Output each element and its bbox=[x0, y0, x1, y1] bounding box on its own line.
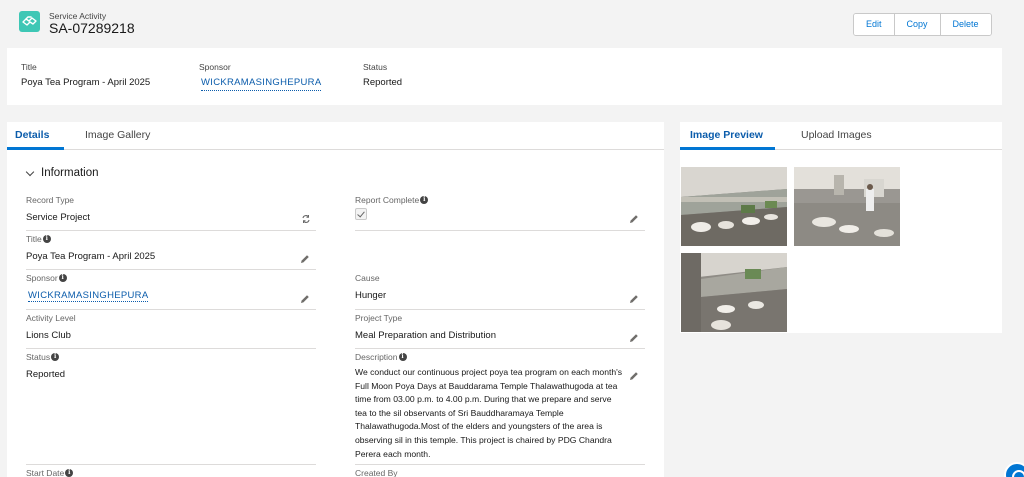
description-value: We conduct our continuous project poya t… bbox=[355, 367, 623, 459]
info-icon[interactable]: i bbox=[65, 469, 74, 477]
pencil-icon[interactable] bbox=[300, 254, 310, 264]
tab-image-preview[interactable]: Image Preview bbox=[690, 129, 763, 141]
highlight-title-label: Title bbox=[21, 62, 37, 72]
field-label: Start Date bbox=[26, 468, 65, 477]
pencil-icon[interactable] bbox=[629, 333, 639, 343]
field-label: Description bbox=[355, 352, 398, 362]
highlight-sponsor-link[interactable]: WICKRAMASINGHEPURA bbox=[201, 77, 322, 91]
highlight-title: Title Poya Tea Program - April 2025 bbox=[21, 62, 150, 88]
image-thumbnail[interactable] bbox=[681, 253, 787, 332]
delete-button[interactable]: Delete bbox=[940, 14, 991, 35]
highlight-status-value: Reported bbox=[363, 77, 403, 88]
change-record-type-icon[interactable] bbox=[301, 214, 311, 224]
highlight-title-value: Poya Tea Program - April 2025 bbox=[21, 77, 151, 88]
edit-button[interactable]: Edit bbox=[854, 14, 895, 35]
field-label: Title bbox=[26, 234, 42, 244]
info-icon[interactable]: i bbox=[58, 274, 67, 282]
pencil-icon[interactable] bbox=[629, 294, 639, 304]
image-tab-bar: Image Preview Upload Images bbox=[680, 122, 1002, 150]
field-cause: Cause Hunger bbox=[355, 273, 645, 310]
field-project-type: Project Type Meal Preparation and Distri… bbox=[355, 313, 645, 349]
tab-image-gallery[interactable]: Image Gallery bbox=[85, 129, 150, 141]
record-header: Service Activity SA-07289218 Edit Copy D… bbox=[0, 0, 1024, 47]
highlight-sponsor-label: Sponsor bbox=[199, 62, 231, 72]
field-value: Reported bbox=[26, 369, 66, 380]
record-name: SA-07289218 bbox=[49, 20, 135, 36]
field-status: Status i Reported bbox=[26, 352, 316, 465]
field-label: Activity Level bbox=[26, 313, 76, 323]
field-created-by: Created By bbox=[355, 468, 645, 477]
copy-button[interactable]: Copy bbox=[894, 14, 941, 35]
field-report-complete: Report Complete i bbox=[355, 195, 645, 231]
field-label: Status bbox=[26, 352, 51, 362]
highlight-status: Status Reported bbox=[363, 62, 402, 88]
image-thumbnail[interactable] bbox=[794, 167, 900, 246]
field-value: Poya Tea Program - April 2025 bbox=[26, 251, 156, 262]
field-record-type: Record Type Service Project bbox=[26, 195, 316, 231]
chevron-down-icon bbox=[25, 167, 35, 176]
info-icon[interactable]: i bbox=[420, 196, 429, 204]
field-sponsor: Sponsor i WICKRAMASINGHEPURA bbox=[26, 273, 316, 310]
field-value: Meal Preparation and Distribution bbox=[355, 330, 496, 341]
pencil-icon[interactable] bbox=[300, 294, 310, 304]
pencil-icon[interactable] bbox=[629, 371, 639, 381]
action-button-group: Edit Copy Delete bbox=[853, 13, 992, 36]
field-label: Sponsor bbox=[26, 273, 58, 283]
tab-active-indicator bbox=[680, 147, 775, 150]
help-icon[interactable] bbox=[1004, 462, 1024, 477]
field-value: Lions Club bbox=[26, 330, 71, 341]
field-description: Description i We conduct our continuous p… bbox=[355, 352, 645, 465]
image-thumbnail[interactable] bbox=[681, 167, 787, 246]
highlight-sponsor: Sponsor WICKRAMASINGHEPURA bbox=[199, 62, 322, 91]
field-value: Hunger bbox=[355, 290, 387, 301]
field-value: Service Project bbox=[26, 212, 90, 223]
tab-active-indicator bbox=[7, 147, 64, 150]
field-title: Title i Poya Tea Program - April 2025 bbox=[26, 234, 316, 270]
field-activity-level: Activity Level Lions Club bbox=[26, 313, 316, 349]
highlight-status-label: Status bbox=[363, 62, 388, 72]
info-icon[interactable]: i bbox=[42, 235, 51, 243]
field-label: Report Complete bbox=[355, 195, 420, 205]
field-start-date: Start Date i bbox=[26, 468, 316, 477]
tab-details[interactable]: Details bbox=[15, 129, 49, 141]
tab-upload-images[interactable]: Upload Images bbox=[801, 129, 872, 141]
image-panel: Image Preview Upload Images bbox=[680, 122, 1002, 333]
sponsor-link[interactable]: WICKRAMASINGHEPURA bbox=[28, 290, 149, 302]
details-tab-bar: Details Image Gallery bbox=[7, 122, 664, 150]
info-icon[interactable]: i bbox=[51, 353, 60, 361]
field-label: Created By bbox=[355, 468, 398, 477]
report-complete-checkbox bbox=[355, 208, 367, 220]
field-label: Cause bbox=[355, 273, 380, 283]
info-icon[interactable]: i bbox=[398, 353, 407, 361]
highlights-panel: Title Poya Tea Program - April 2025 Spon… bbox=[7, 48, 1002, 105]
section-title-text: Information bbox=[41, 167, 99, 179]
details-panel: Details Image Gallery Information Record… bbox=[7, 122, 664, 477]
field-label: Record Type bbox=[26, 195, 75, 205]
pencil-icon[interactable] bbox=[629, 214, 639, 224]
section-information[interactable]: Information bbox=[25, 167, 99, 179]
service-activity-icon bbox=[19, 11, 40, 32]
field-label: Project Type bbox=[355, 313, 403, 323]
